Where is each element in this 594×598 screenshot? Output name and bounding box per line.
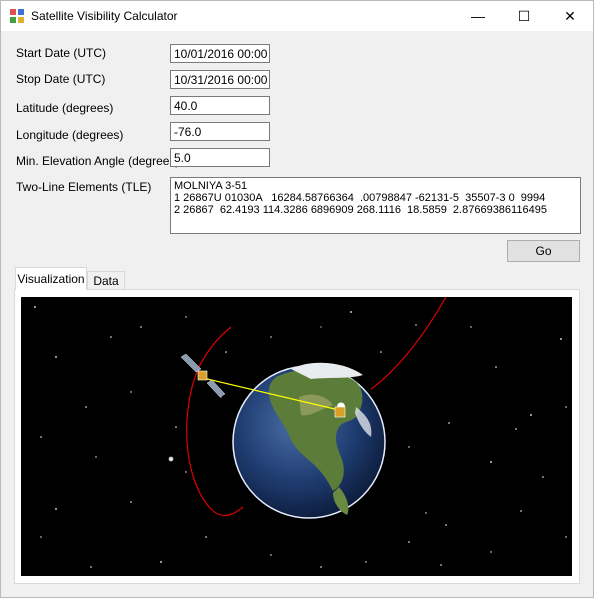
min-elevation-field[interactable]: 5.0 [170,148,270,167]
latitude-label: Latitude (degrees) [16,101,114,115]
start-date-field[interactable]: 10/01/2016 00:00 [170,44,270,63]
maximize-button[interactable]: ☐ [501,1,547,31]
tle-label: Two-Line Elements (TLE) [16,180,152,194]
window-title: Satellite Visibility Calculator [31,9,178,23]
earth-globe [232,362,386,519]
tab-visualization[interactable]: Visualization [15,267,87,290]
tab-data[interactable]: Data [87,271,125,290]
close-icon: ✕ [564,7,576,24]
close-button[interactable]: ✕ [547,1,593,31]
title-bar: Satellite Visibility Calculator — ☐ ✕ [1,1,593,31]
stop-date-label: Stop Date (UTC) [16,72,106,86]
stop-date-field[interactable]: 10/31/2016 00:00 [170,70,270,89]
orbit-ascending [370,297,447,390]
minimize-icon: — [471,8,485,24]
latitude-field[interactable]: 40.0 [170,96,270,115]
min-elevation-label: Min. Elevation Angle (degrees) [16,154,180,168]
tle-textarea[interactable]: MOLNIYA 3-51 1 26867U 01030A 16284.58766… [170,177,581,234]
longitude-field[interactable]: -76.0 [170,122,270,141]
scene [34,297,567,568]
minimize-button[interactable]: — [455,1,501,31]
visualization-viewport[interactable] [21,297,572,576]
maximize-icon: ☐ [517,7,531,24]
longitude-label: Longitude (degrees) [16,128,124,142]
app-window: Satellite Visibility Calculator — ☐ ✕ St… [0,0,594,598]
go-button[interactable]: Go [507,240,580,262]
moon-icon [168,456,174,462]
start-date-label: Start Date (UTC) [16,46,107,60]
app-icon [10,9,24,23]
orbit-front [198,326,232,368]
